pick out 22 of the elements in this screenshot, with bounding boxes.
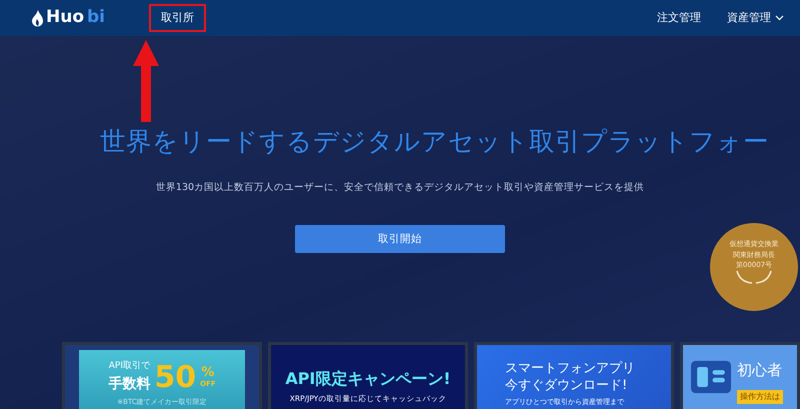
banner-text: API取引で: [108, 360, 150, 374]
percent-text: %: [200, 366, 216, 379]
nav-link[interactable]: 注文管理: [657, 10, 701, 26]
guide-tag: 操作方法は: [737, 390, 783, 404]
nav-link[interactable]: 資産管理: [727, 10, 784, 26]
hero-title: 世界をリードするデジタルアセット取引プラットフォー: [100, 126, 770, 159]
hero-subtitle: 世界130カ国以上数百万人のユーザーに、安全で信頼できるデジタルアセット取引や資産管理サービスを提供: [154, 181, 646, 196]
discount-text: 50: [154, 362, 196, 393]
nav-link[interactable]: 取引所: [149, 4, 206, 32]
chevron-down-icon: [775, 15, 784, 21]
banner-title: 初心者: [737, 360, 783, 382]
book-icon: [691, 359, 731, 396]
banner-text: 手数料: [108, 374, 150, 394]
banner-title: 今すぐダウンロード!: [505, 378, 628, 394]
banner-title: スマートフォンアプリ: [505, 361, 636, 378]
laurel-icon: [734, 270, 774, 284]
flame-icon: [32, 10, 43, 26]
arrow-icon: [133, 40, 159, 122]
banner[interactable]: 初心者 操作方法は: [680, 342, 800, 409]
start-trading-button[interactable]: 取引開始: [295, 225, 505, 254]
banner-title: API限定キャンペーン!: [284, 368, 452, 390]
logo[interactable]: Huo bi: [32, 5, 106, 31]
